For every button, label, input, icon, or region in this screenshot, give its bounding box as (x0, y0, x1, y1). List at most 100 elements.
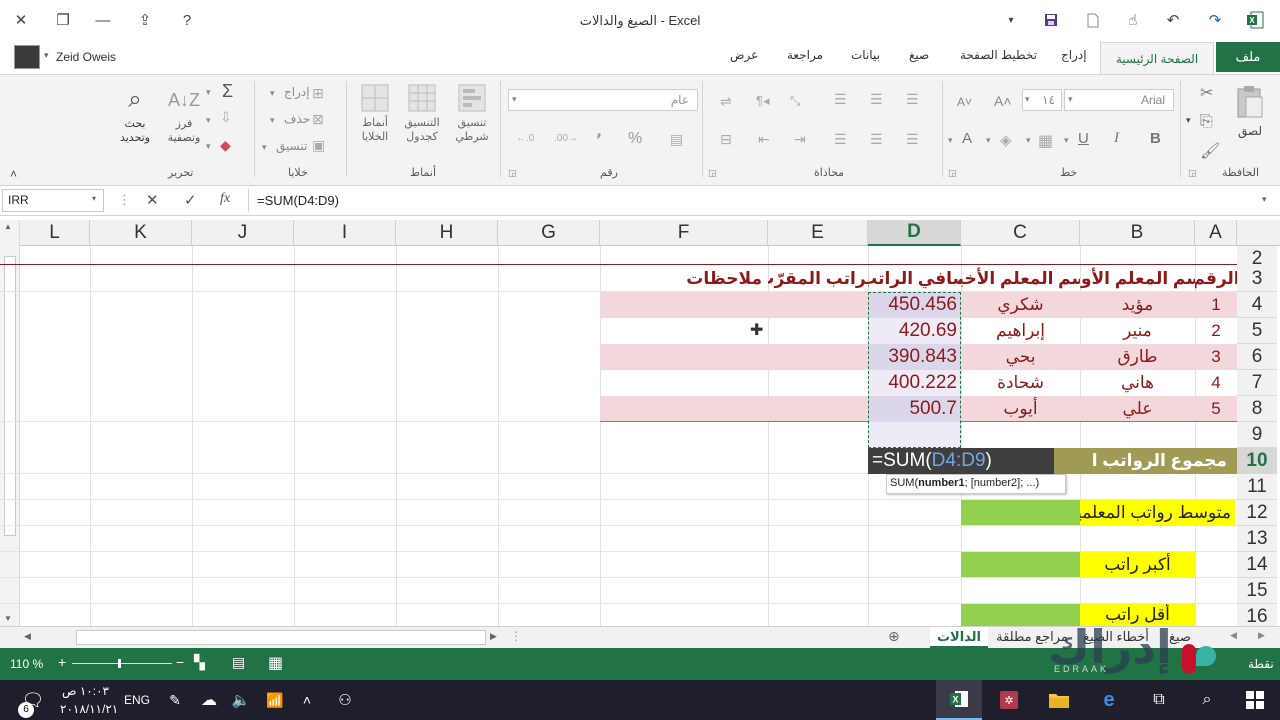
new-sheet-icon[interactable]: ⊕ (888, 628, 900, 645)
zoom-slider[interactable] (72, 663, 172, 664)
row-header-6[interactable]: 6 (1237, 344, 1277, 370)
row-header-11[interactable]: 11 (1237, 474, 1277, 500)
horizontal-scrollbar[interactable] (76, 630, 486, 645)
col-header-E[interactable]: E (768, 220, 868, 246)
active-cell-D10[interactable]: =SUM(D4:D9) (868, 448, 1054, 474)
table-cell-first[interactable]: منير (1080, 318, 1195, 344)
increase-decimal-icon[interactable]: .00→ (554, 133, 578, 144)
zoom-level[interactable]: 110 % (10, 657, 43, 671)
sheet-tab-functions[interactable]: الدالات (930, 627, 988, 648)
insert-chevron-icon[interactable]: ▾ (270, 88, 275, 99)
italic-button[interactable]: I (1114, 130, 1119, 147)
insert-cells-label[interactable]: إدراج (284, 85, 310, 99)
font-name-chevron-icon[interactable]: ▾ (1068, 94, 1073, 105)
font-launcher-icon[interactable]: ◲ (948, 168, 957, 179)
rtl-icon[interactable]: ¶◂ (756, 93, 770, 109)
avatar[interactable] (14, 45, 40, 69)
header-net-salary[interactable]: صافي الراتب (868, 266, 961, 292)
col-header-B[interactable]: B (1080, 220, 1195, 246)
scroll-down-icon[interactable]: ▼ (4, 614, 12, 623)
save-icon[interactable] (1040, 9, 1062, 31)
zoom-out-icon[interactable]: − (176, 654, 184, 670)
tab-scroll-left-icon[interactable]: ◀ (1230, 630, 1237, 641)
sort-filter-button[interactable]: A↓Z فرز وتصفية (164, 83, 204, 145)
tab-review[interactable]: مراجعة (787, 48, 823, 62)
copy-chevron-icon[interactable]: ▾ (1186, 115, 1191, 126)
col-header-G[interactable]: G (498, 220, 600, 246)
hscroll-left-icon[interactable]: ◀ (24, 631, 31, 642)
tab-home[interactable]: الصفحة الرئيسية (1100, 42, 1214, 75)
font-size-chevron-icon[interactable]: ▾ (1025, 94, 1030, 105)
fill-icon[interactable]: ⇩ (220, 109, 232, 126)
col-header-D[interactable]: D (868, 220, 961, 246)
align-middle-icon[interactable]: ☰ (870, 91, 883, 108)
alignment-launcher-icon[interactable]: ◲ (708, 168, 717, 179)
average-value-cell[interactable] (961, 500, 1080, 525)
language-indicator[interactable]: ENG (124, 693, 150, 707)
autosum-icon[interactable]: Σ (222, 81, 233, 102)
tab-data[interactable]: بيانات (851, 48, 880, 62)
header-num[interactable]: الرقم (1195, 266, 1237, 292)
indent-icon[interactable]: ⇥ (794, 131, 806, 148)
table-cell-first[interactable]: هاني (1080, 370, 1195, 396)
row-header-9[interactable]: 9 (1237, 422, 1277, 448)
table-cell-first[interactable]: طارق (1080, 344, 1195, 370)
name-box[interactable]: IRR (2, 189, 104, 212)
header-rounded-salary[interactable]: الراتب المقرّب (768, 266, 868, 292)
format-chevron-icon[interactable]: ▾ (262, 142, 267, 153)
number-format-field[interactable]: عام (508, 89, 698, 111)
row-header-8[interactable]: 8 (1237, 396, 1277, 422)
header-last-name[interactable]: اسم المعلم الأخير (961, 266, 1080, 292)
table-cell-num[interactable]: 4 (1195, 370, 1237, 396)
align-bottom-icon[interactable]: ☰ (834, 91, 847, 108)
table-cell-last[interactable]: إبراهيم (961, 318, 1080, 344)
table-cell-num[interactable]: 3 (1195, 344, 1237, 370)
max-value-cell[interactable] (961, 552, 1080, 577)
underline-chevron-icon[interactable]: ▾ (1064, 135, 1069, 146)
tab-file[interactable]: ملف (1216, 42, 1280, 72)
normal-view-icon[interactable]: ▦ (268, 653, 283, 673)
col-header-J[interactable]: J (192, 220, 294, 246)
zoom-slider-thumb[interactable] (118, 659, 121, 668)
delete-cells-label[interactable]: حذف (284, 112, 310, 126)
fill-chevron-icon[interactable]: ▾ (986, 135, 991, 146)
outdent-icon[interactable]: ⇤ (758, 131, 770, 148)
header-notes[interactable]: ملاحظات (600, 266, 768, 292)
borders-chevron-icon[interactable]: ▾ (1026, 135, 1031, 146)
insert-function-button[interactable]: fx (220, 191, 230, 207)
table-cell-num[interactable]: 5 (1195, 396, 1237, 422)
delete-cells-icon[interactable]: ⊠ (312, 111, 324, 128)
zoom-in-icon[interactable]: + (58, 654, 66, 670)
col-header-F[interactable]: F (600, 220, 768, 246)
percent-button[interactable]: % (628, 130, 642, 148)
clock-date[interactable]: ٢٠١٨/١١/٢١ (60, 702, 118, 716)
copy-icon[interactable]: ⎘ (1200, 113, 1213, 131)
clear-chevron-icon[interactable]: ▾ (206, 141, 211, 152)
format-cells-label[interactable]: تنسيق (276, 139, 307, 153)
table-cell-last[interactable]: شحادة (961, 370, 1080, 396)
delete-chevron-icon[interactable]: ▾ (270, 115, 275, 126)
account-name[interactable]: Zeid Oweis (56, 50, 116, 64)
format-cells-icon[interactable]: ▣ (312, 137, 325, 154)
grow-font-icon[interactable]: A˄ (994, 93, 1012, 109)
row-header-4[interactable]: 4 (1237, 292, 1277, 318)
row-header-12[interactable]: 12 (1237, 500, 1277, 526)
col-header-K[interactable]: K (90, 220, 192, 246)
formula-input[interactable]: =SUM(D4:D9) (248, 189, 1264, 212)
undo-icon[interactable]: ↶ (1162, 9, 1184, 31)
align-left-icon[interactable]: ☰ (834, 131, 847, 148)
paste-button[interactable]: لصق (1232, 85, 1268, 138)
align-right-icon[interactable]: ☰ (906, 131, 919, 148)
col-header-H[interactable]: H (396, 220, 498, 246)
font-name-field[interactable]: Arial (1064, 89, 1174, 111)
enter-formula-icon[interactable]: ✓ (184, 191, 197, 209)
collapse-ribbon-icon[interactable]: ˄ (10, 167, 17, 181)
font-color-chevron-icon[interactable]: ▾ (948, 135, 953, 146)
accounting-icon[interactable]: ▤ (670, 131, 683, 148)
table-cell-first[interactable]: مؤيد (1080, 292, 1195, 318)
wrap-text-icon[interactable]: ⇌ (720, 93, 732, 110)
task-view-icon[interactable]: ⧉ (1136, 680, 1182, 720)
autosum-chevron-icon[interactable]: ▾ (206, 87, 211, 98)
minimize-icon[interactable]: — (92, 9, 114, 31)
row-header-7[interactable]: 7 (1237, 370, 1277, 396)
